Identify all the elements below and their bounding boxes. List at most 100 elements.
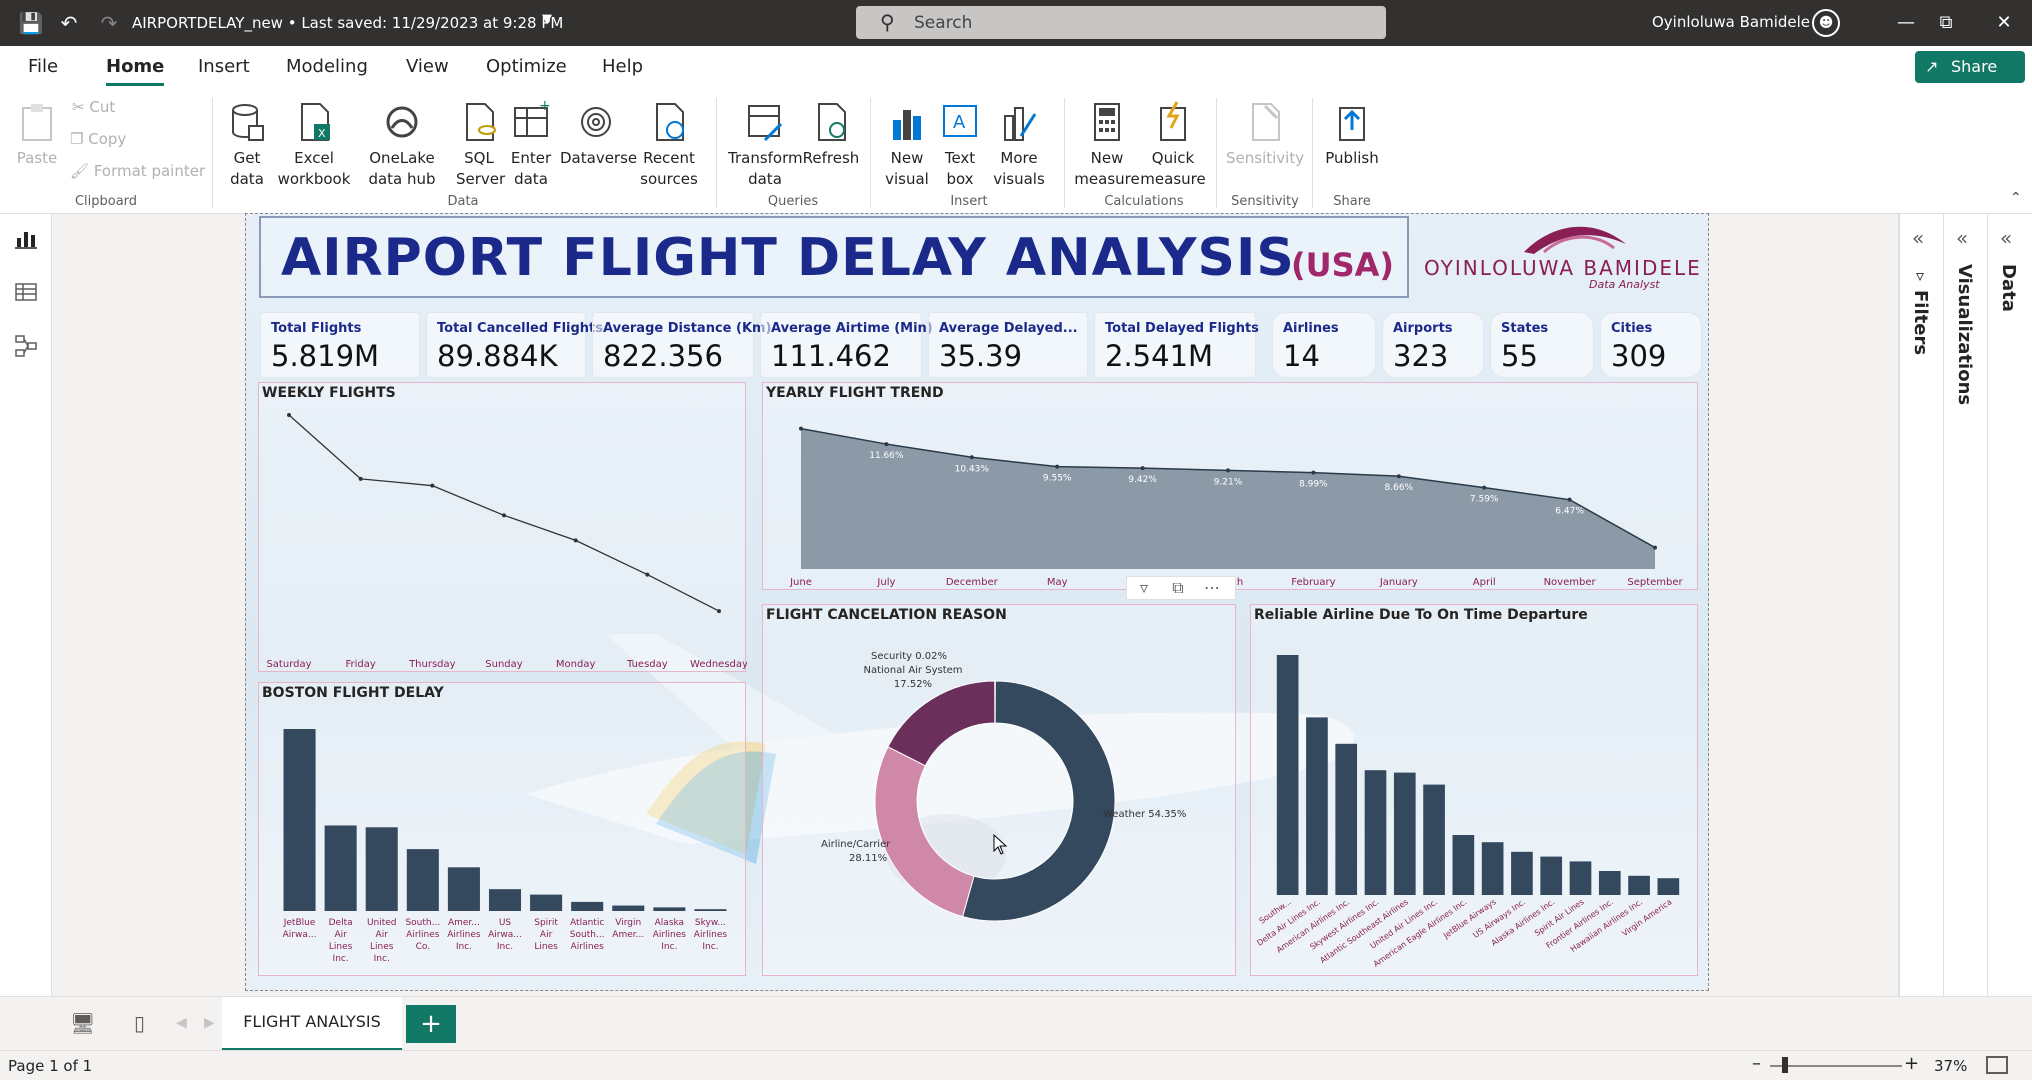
kpi-card-avg-airtime[interactable]: Average Airtime (Min) 111.462	[760, 312, 933, 378]
restore-button[interactable]: ⧉	[1926, 8, 1966, 38]
format-painter-button[interactable]: 🖌 Format painter	[70, 162, 205, 180]
zoom-out-button[interactable]: –	[1752, 1053, 1761, 1074]
refresh-button[interactable]: Refresh	[802, 100, 860, 169]
get-data-button[interactable]: Get data	[222, 100, 272, 190]
kpi-label: Total Delayed Flights	[1105, 321, 1259, 336]
reliable-bar	[1423, 784, 1445, 895]
report-view-icon[interactable]	[14, 226, 38, 250]
kpi-card-total-flights[interactable]: Total Flights 5.819M	[260, 312, 420, 378]
boston-x-tick: Airwa...	[488, 930, 522, 940]
kpi-card-airports[interactable]: Airports 323	[1382, 312, 1484, 378]
new-visual-button[interactable]: New visual	[882, 100, 932, 190]
yearly-flight-trend-chart[interactable]: YEARLY FLIGHT TREND 11.66% 10.43% 9.55% 9.4…	[762, 382, 1698, 590]
transform-data-button[interactable]: Transform data	[728, 100, 803, 190]
chevron-left-icon[interactable]: «	[1956, 226, 1968, 250]
group-share: Share	[1333, 194, 1371, 209]
desktop-layout-icon[interactable]: 🖥	[70, 1011, 95, 1035]
boston-x-tick: Inc.	[702, 942, 718, 952]
sensitivity-button[interactable]: Sensitivity	[1226, 100, 1304, 169]
yearly-point	[1311, 470, 1316, 475]
chevron-left-icon[interactable]: «	[1912, 226, 1924, 250]
focus-mode-icon[interactable]: ⧉	[1161, 577, 1195, 599]
document-title[interactable]: AIRPORTDELAY_new • Last saved: 11/29/202…	[132, 14, 563, 32]
share-button[interactable]: ↗ Share	[1915, 51, 2025, 83]
menu-file[interactable]: File	[28, 56, 58, 77]
minimize-button[interactable]: —	[1886, 8, 1926, 38]
visualizations-pane-tab[interactable]: « Visualizations	[1943, 214, 1987, 996]
yearly-point	[1226, 468, 1230, 473]
copy-button[interactable]: ❐ Copy	[70, 130, 126, 148]
data-pane-tab[interactable]: « Data	[1987, 214, 2031, 996]
menu-optimize[interactable]: Optimize	[486, 56, 567, 77]
cut-button[interactable]: ✂ Cut	[72, 98, 115, 116]
table-view-icon[interactable]	[14, 280, 38, 304]
undo-icon[interactable]: ↶	[56, 10, 82, 36]
search-input[interactable]: ⚲ Search	[856, 6, 1386, 39]
calculator-icon	[1094, 103, 1120, 141]
kpi-card-states[interactable]: States 55	[1490, 312, 1594, 378]
more-visuals-icon	[1004, 107, 1037, 141]
zoom-slider[interactable]	[1770, 1065, 1902, 1067]
dataverse-button[interactable]: Dataverse	[560, 100, 637, 169]
new-measure-button[interactable]: New measure	[1074, 100, 1140, 190]
recent-sources-button[interactable]: Recent sources	[636, 100, 702, 190]
menu-home[interactable]: Home	[106, 56, 165, 86]
text-box-label: Text box	[944, 149, 976, 188]
page-tab-bar: 🖥 ▯ ◀ ▶ FLIGHT ANALYSIS +	[0, 996, 2032, 1051]
boston-bar	[447, 867, 480, 911]
boston-flight-delay-chart[interactable]: BOSTON FLIGHT DELAY JetBlue Airwa... Delta…	[258, 682, 746, 976]
kpi-card-cities[interactable]: Cities 309	[1600, 312, 1702, 378]
divider	[716, 98, 717, 208]
boston-bar	[365, 827, 398, 911]
quick-measure-button[interactable]: Quick measure	[1140, 100, 1206, 190]
close-button[interactable]: ✕	[1984, 8, 2024, 38]
fit-to-page-icon[interactable]	[1986, 1056, 2008, 1074]
avatar[interactable]: ☻	[1812, 9, 1840, 37]
save-icon[interactable]: 💾	[18, 10, 44, 36]
collapse-ribbon-icon[interactable]: ⌃	[2010, 190, 2022, 206]
chevron-down-icon[interactable]: ▼	[542, 12, 552, 27]
zoom-slider-handle[interactable]	[1782, 1057, 1788, 1073]
user-name[interactable]: Oyinloluwa Bamidele	[1652, 13, 1810, 31]
boston-x-tick: Skyw...	[695, 918, 726, 928]
next-page-icon[interactable]: ▶	[204, 1015, 215, 1031]
menu-insert[interactable]: Insert	[198, 56, 250, 77]
logo: OYINLOLUWA BAMIDELE Data Analyst	[1424, 218, 1700, 296]
filters-pane-tab[interactable]: « ▿ Filters	[1899, 214, 1943, 996]
paste-button[interactable]: Paste	[14, 100, 60, 169]
reliable-airline-chart[interactable]: Reliable Airline Due To On Time Departur…	[1250, 604, 1698, 976]
add-page-button[interactable]: +	[406, 1005, 456, 1043]
zoom-in-button[interactable]: +	[1904, 1053, 1919, 1074]
database-icon	[232, 104, 264, 141]
boston-x-tick: Alaska	[655, 918, 684, 928]
kpi-card-airlines[interactable]: Airlines 14	[1272, 312, 1376, 378]
kpi-card-avg-delayed[interactable]: Average Delayed... 35.39	[928, 312, 1088, 378]
onelake-button[interactable]: OneLake data hub	[352, 100, 452, 190]
excel-workbook-button[interactable]: X Excel workbook	[276, 100, 352, 190]
kpi-card-total-delayed[interactable]: Total Delayed Flights 2.541M	[1094, 312, 1259, 378]
prev-page-icon[interactable]: ◀	[176, 1015, 187, 1031]
kpi-card-avg-distance[interactable]: Average Distance (Km) 822.356	[592, 312, 772, 378]
mobile-layout-icon[interactable]: ▯	[134, 1011, 145, 1035]
model-view-icon[interactable]	[14, 334, 38, 358]
menu-modeling[interactable]: Modeling	[286, 56, 368, 77]
flight-cancelation-reason-chart[interactable]: FLIGHT CANCELATION REASON Weather 54.35%…	[762, 604, 1236, 976]
chevron-left-icon[interactable]: «	[2000, 226, 2012, 250]
weekly-flights-chart[interactable]: WEEKLY FLIGHTS Saturday Friday Thursday Sun…	[258, 382, 747, 672]
publish-button[interactable]: Publish	[1322, 100, 1382, 169]
redo-icon[interactable]: ↷	[96, 10, 122, 36]
sql-server-button[interactable]: SQL Server	[456, 100, 505, 190]
menu-help[interactable]: Help	[602, 56, 643, 77]
boston-x-tick: Air	[334, 930, 347, 940]
enter-data-button[interactable]: + Enter data	[508, 100, 554, 190]
more-visuals-button[interactable]: More visuals	[986, 100, 1052, 190]
yearly-data-label: 9.55%	[1043, 474, 1072, 484]
boston-x-tick: US	[499, 918, 512, 928]
weekly-point	[645, 572, 650, 577]
kpi-card-total-cancelled[interactable]: Total Cancelled Flights 89.884K	[426, 312, 603, 378]
text-box-button[interactable]: A Text box	[934, 100, 986, 190]
page-tab-flight-analysis[interactable]: FLIGHT ANALYSIS	[222, 997, 402, 1051]
menu-view[interactable]: View	[406, 56, 449, 77]
filter-icon[interactable]: ▿	[1127, 577, 1161, 599]
more-options-icon[interactable]: ⋯	[1195, 577, 1229, 599]
